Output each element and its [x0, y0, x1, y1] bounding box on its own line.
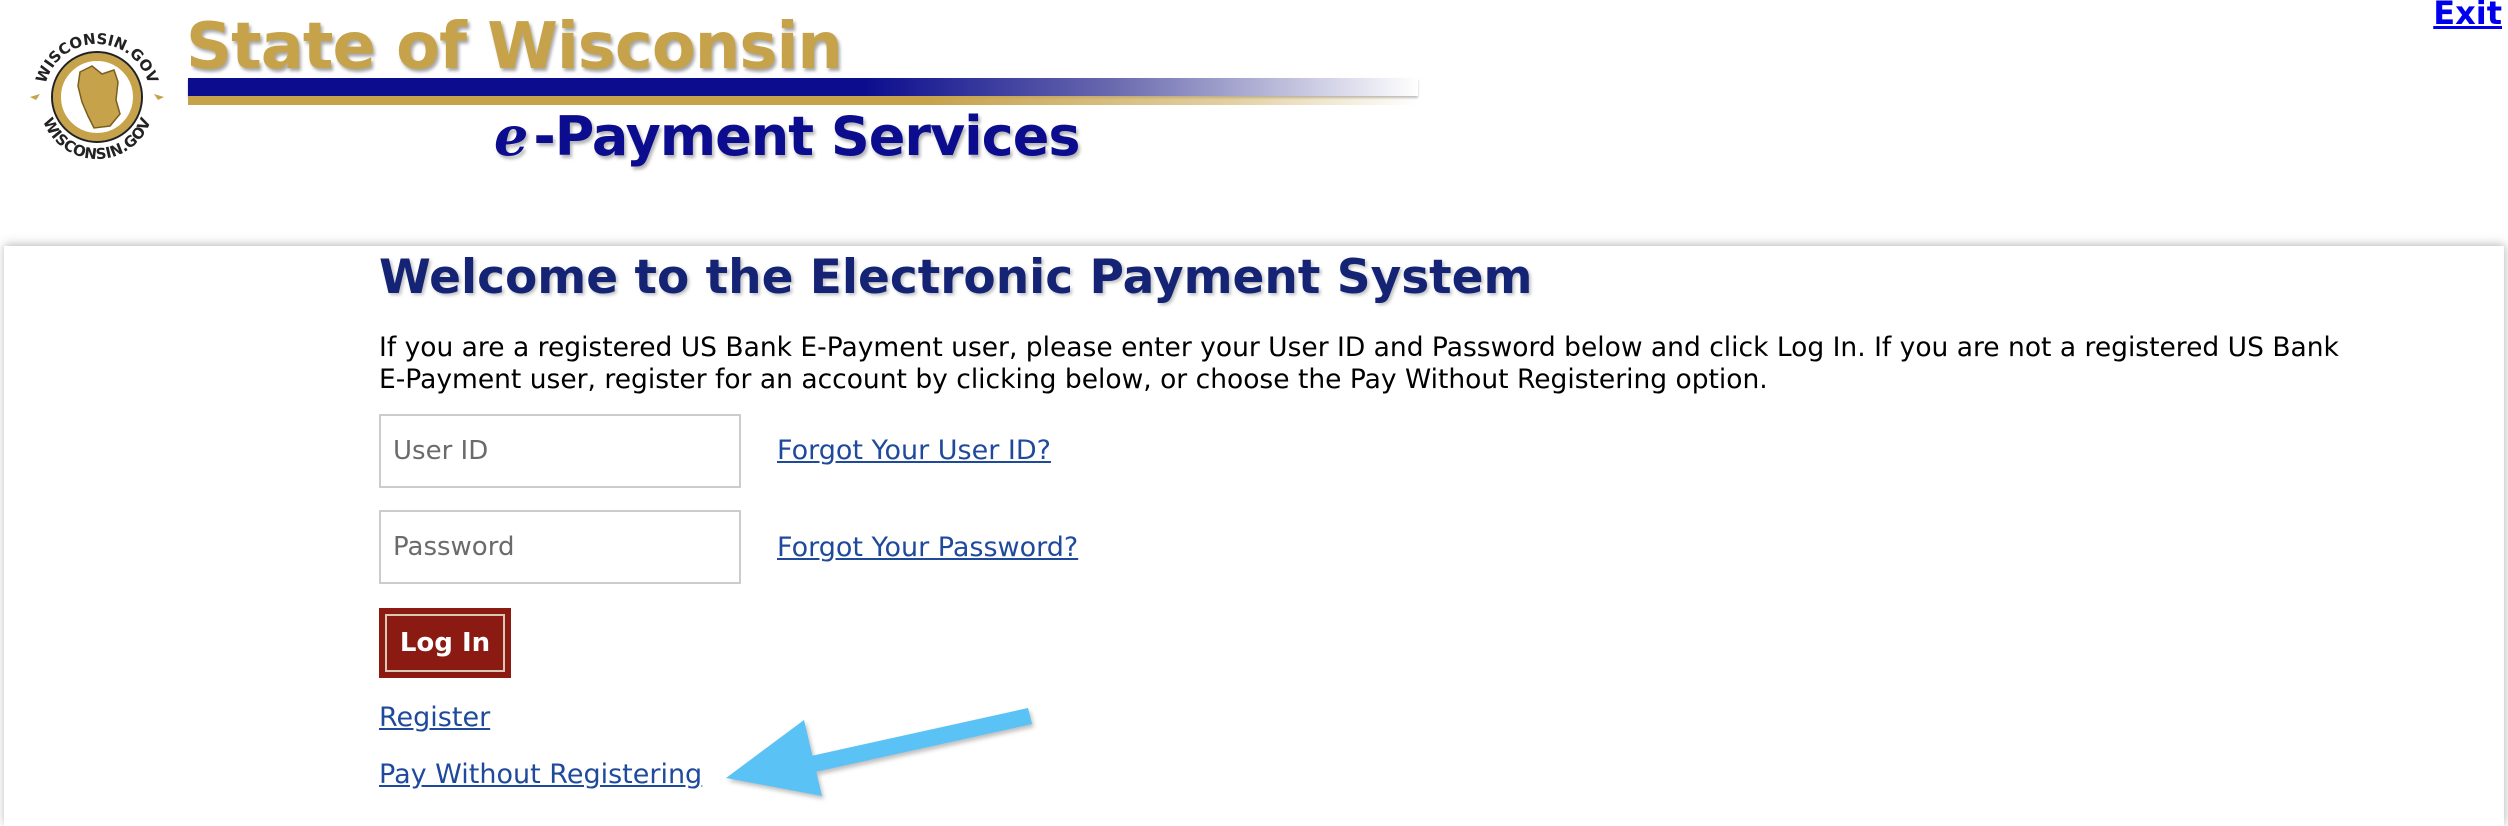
- wisconsin-gov-logo-icon: WISCONSIN.GOV WISCONSIN.GOV: [30, 30, 164, 163]
- banner-subtitle-e: e: [494, 104, 528, 168]
- userid-input[interactable]: [379, 414, 741, 488]
- banner-stripe-blue: [188, 78, 1418, 96]
- arrow-left-icon: [726, 708, 1032, 796]
- register-link[interactable]: Register: [379, 702, 490, 733]
- forgot-password-link[interactable]: Forgot Your Password?: [777, 532, 1078, 563]
- forgot-userid-link[interactable]: Forgot Your User ID?: [777, 435, 1051, 466]
- banner-title: State of Wisconsin: [186, 10, 843, 84]
- password-input[interactable]: [379, 510, 741, 584]
- pay-without-registering-link[interactable]: Pay Without Registering: [379, 759, 702, 790]
- arrow-shaft: [811, 708, 1032, 772]
- exit-link[interactable]: Exit: [2433, 0, 2502, 32]
- site-header: WISCONSIN.GOV WISCONSIN.GOV State of Wis…: [0, 0, 2508, 240]
- banner-subtitle-text: -Payment Services: [533, 105, 1080, 168]
- intro-text: If you are a registered US Bank E-Paymen…: [379, 332, 2339, 395]
- login-button-label: Log In: [385, 614, 505, 672]
- arrow-head: [726, 720, 822, 796]
- banner-subtitle: e -Payment Services: [494, 104, 1080, 168]
- login-button[interactable]: Log In: [379, 608, 511, 678]
- page-title: Welcome to the Electronic Payment System: [379, 250, 1533, 305]
- banner-stripe: [188, 78, 1418, 106]
